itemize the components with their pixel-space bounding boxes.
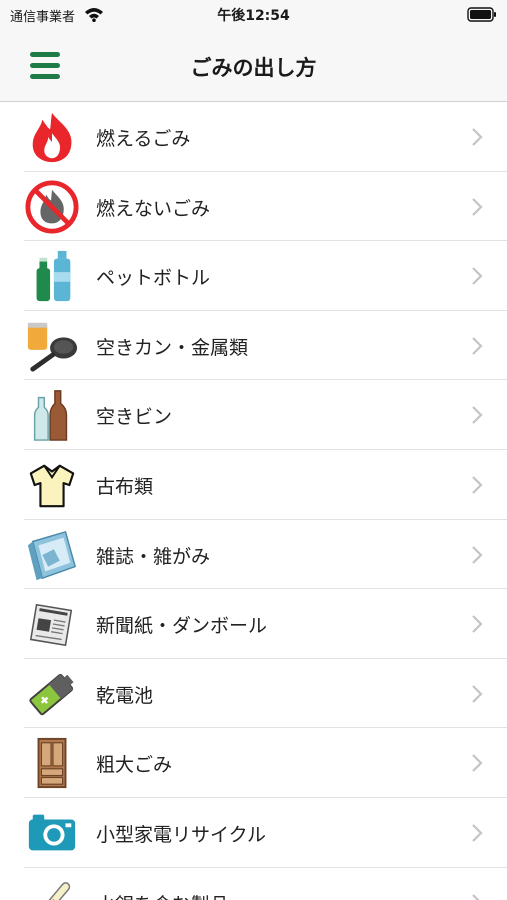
list-item-newspaper-cardboard[interactable]: 新聞紙・ダンボール (24, 589, 507, 659)
item-label: 水銀を含む製品 (96, 890, 229, 900)
thermometer-icon (38, 881, 71, 900)
fire-icon (32, 112, 72, 163)
chevron-right-icon (472, 615, 483, 633)
list-item-mercury-products[interactable]: 水銀を含む製品 (24, 868, 507, 900)
list-item-glass-bottles[interactable]: 空きビン (24, 380, 507, 450)
glass-bottle-icon (33, 390, 68, 442)
status-bar: 通信事業者 午後12:54 (0, 0, 507, 30)
list-item-oversized[interactable]: 粗大ごみ (24, 728, 507, 798)
can-pan-icon (27, 322, 78, 372)
list-item-small-appliances[interactable]: 小型家電リサイクル (24, 798, 507, 868)
pet-bottle-icon (36, 251, 71, 302)
chevron-right-icon (472, 267, 483, 285)
list-item-magazines[interactable]: 雑誌・雑がみ (24, 520, 507, 590)
magazine-icon (27, 530, 77, 580)
chevron-right-icon (472, 684, 483, 703)
shirt-icon (29, 464, 75, 508)
item-label: ペットボトル (96, 267, 211, 290)
item-label: 乾電池 (96, 684, 154, 707)
item-label: 空きカン・金属類 (96, 336, 249, 359)
chevron-right-icon (472, 197, 483, 216)
list-item-non-burnable[interactable]: 燃えないごみ (24, 172, 507, 242)
chevron-right-icon (472, 824, 483, 842)
chevron-right-icon (472, 545, 483, 564)
battery-icon (29, 673, 74, 715)
chevron-right-icon (472, 476, 483, 494)
no-burn-icon (25, 180, 79, 234)
list-item-pet-bottle[interactable]: ペットボトル (24, 241, 507, 311)
item-label: 新聞紙・ダンボール (96, 615, 268, 638)
list-item-cans-metal[interactable]: 空きカン・金属類 (24, 311, 507, 381)
list-item-dry-batteries[interactable]: 乾電池 (24, 659, 507, 729)
item-label: 空きビン (96, 406, 173, 429)
chevron-right-icon (472, 406, 483, 425)
chevron-right-icon (472, 893, 481, 900)
page-title: ごみの出し方 (190, 56, 317, 80)
status-time: 午後12:54 (217, 8, 290, 24)
chevron-right-icon (472, 754, 483, 773)
navigation-bar: ごみの出し方 (0, 30, 507, 102)
item-label: 古布類 (96, 475, 154, 498)
chevron-right-icon (472, 337, 483, 355)
newspaper-icon (29, 603, 73, 647)
garbage-category-list: 燃えるごみ 燃えないごみ ペットボトル 空きカン・金属類 空きビン 古布類 雑誌… (0, 102, 507, 900)
list-item-old-clothes[interactable]: 古布類 (24, 450, 507, 520)
item-label: 燃えないごみ (96, 197, 211, 220)
cabinet-icon (37, 738, 67, 789)
item-label: 燃えるごみ (96, 128, 191, 150)
item-label: 雑誌・雑がみ (96, 545, 211, 568)
item-label: 粗大ごみ (96, 754, 173, 777)
item-label: 小型家電リサイクル (96, 823, 267, 846)
battery-status-icon (467, 7, 496, 22)
list-item-burnable[interactable]: 燃えるごみ (24, 102, 507, 172)
chevron-right-icon (472, 128, 483, 146)
camera-icon (28, 814, 76, 851)
